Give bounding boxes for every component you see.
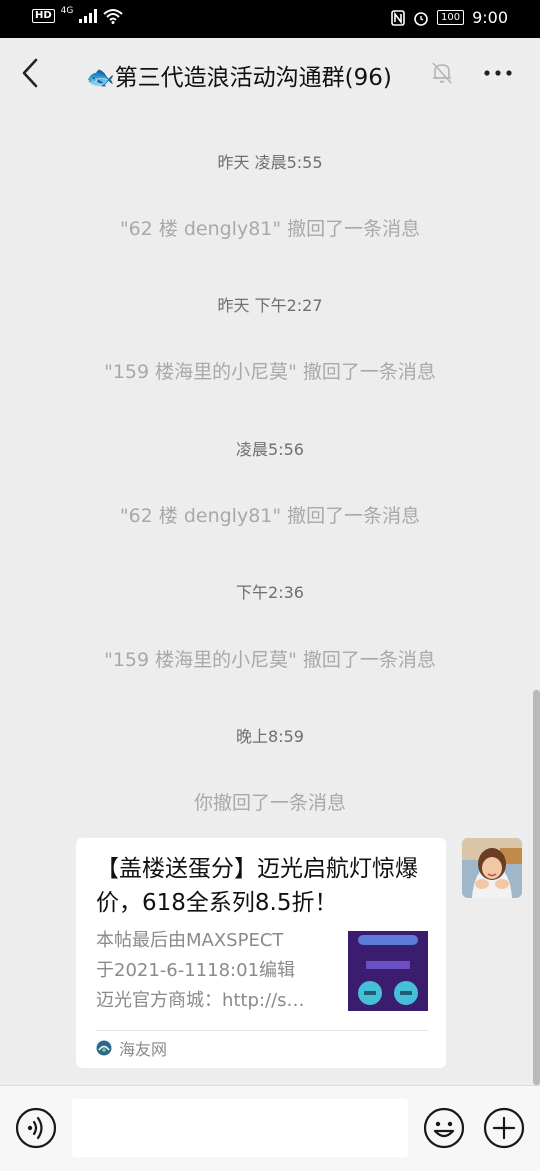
network-type: 4G: [60, 6, 74, 16]
nfc-icon: [391, 9, 405, 26]
time-label: 昨天 凌晨5:55: [217, 153, 323, 172]
voice-icon[interactable]: [15, 1107, 57, 1149]
status-bar: HD 4G 100 9:00: [0, 0, 540, 38]
status-left: HD 4G: [32, 6, 124, 24]
link-card-thumbnail: [348, 931, 428, 1011]
time-label: 凌晨5:56: [236, 440, 304, 459]
link-card-desc-line: 迈光官方商城：http://s…: [96, 990, 305, 1011]
clock: 9:00: [472, 8, 508, 27]
time-label: 晚上8:59: [236, 727, 304, 746]
link-card-divider: [96, 1030, 428, 1031]
message-input[interactable]: [72, 1099, 408, 1157]
more-dots-icon[interactable]: [480, 58, 516, 88]
battery-indicator: 100: [436, 10, 465, 25]
status-right: 100 9:00: [391, 8, 508, 27]
time-label: 下午2:36: [236, 583, 304, 602]
link-card-message[interactable]: 【盖楼送蛋分】迈光启航灯惊爆价，618全系列8.5折！ 本帖最后由MAXSPEC…: [76, 838, 446, 1068]
plus-icon[interactable]: [483, 1107, 525, 1149]
link-card-desc-line: 于2021-6-1118:01编辑: [96, 960, 296, 981]
link-card-desc-line: 本帖最后由MAXSPECT: [96, 930, 284, 951]
link-card-title: 【盖楼送蛋分】迈光启航灯惊爆价，618全系列8.5折！: [96, 856, 418, 916]
recall-notice: 你撤回了一条消息: [193, 792, 346, 814]
scrollbar[interactable]: [533, 690, 540, 1085]
source-logo-icon: [96, 1040, 112, 1056]
hd-indicator: HD: [32, 9, 55, 23]
chat-header: 🐟第三代造浪活动沟通群(96): [0, 38, 540, 110]
emoji-icon[interactable]: [423, 1107, 465, 1149]
bell-off-icon: [432, 62, 452, 84]
link-card-description: 本帖最后由MAXSPECT 于2021-6-1118:01编辑 迈光官方商城：h…: [96, 926, 332, 1016]
recall-notice: "62 楼 dengly81" 撤回了一条消息: [119, 505, 421, 527]
link-card-source: 海友网: [96, 1036, 167, 1060]
link-card-source-name: 海友网: [119, 1040, 168, 1059]
recall-notice: "159 楼海里的小尼莫" 撤回了一条消息: [104, 361, 436, 383]
time-label: 昨天 下午2:27: [217, 296, 323, 315]
chat-title: 🐟第三代造浪活动沟通群(96): [86, 65, 392, 91]
input-bar: [0, 1085, 540, 1171]
chevron-left-icon[interactable]: [14, 52, 46, 94]
recall-notice: "159 楼海里的小尼莫" 撤回了一条消息: [104, 649, 436, 671]
wifi-icon: [103, 9, 124, 24]
sender-avatar[interactable]: [462, 838, 522, 898]
recall-notice: "62 楼 dengly81" 撤回了一条消息: [119, 218, 421, 240]
alarm-icon: [414, 11, 428, 26]
signal-icon: [79, 9, 98, 23]
